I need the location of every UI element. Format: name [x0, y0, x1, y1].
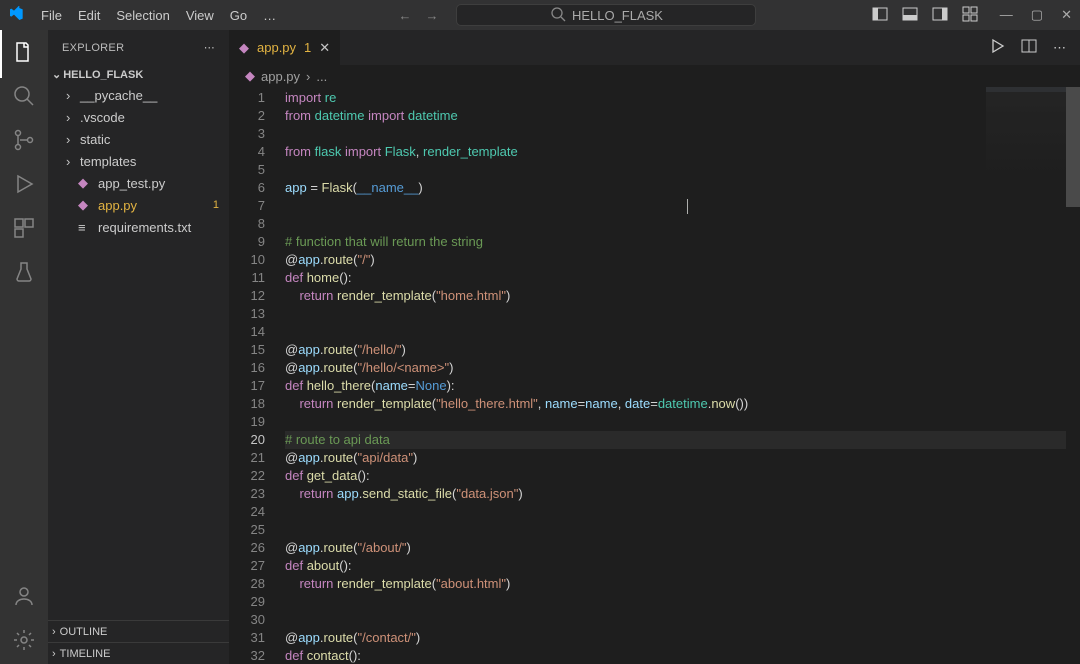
tree-item-requirements-txt[interactable]: ≡ requirements.txt: [54, 216, 229, 238]
tree-item-templates[interactable]: ›templates: [54, 150, 229, 172]
menu-file[interactable]: File: [34, 6, 69, 25]
sidebar-title-row: EXPLORER ⋯: [48, 30, 229, 65]
minimize-button[interactable]: —: [1000, 7, 1013, 23]
text-file-icon: ≡: [78, 220, 94, 235]
tree-label: templates: [80, 154, 136, 169]
menu-bar: FileEditSelectionViewGo…: [34, 6, 283, 25]
tree-label: static: [80, 132, 110, 147]
file-tree: ›__pycache__›.vscode›static›templates◆ap…: [48, 84, 229, 238]
close-button[interactable]: ✕: [1061, 7, 1072, 23]
tab-badge: 1: [304, 40, 311, 55]
project-name: HELLO_FLASK: [63, 69, 143, 81]
tree-label: __pycache__: [80, 88, 157, 103]
window-controls: — ▢ ✕: [1000, 7, 1072, 23]
text-cursor: [687, 199, 688, 214]
chevron-down-icon: ⌄: [52, 68, 61, 81]
split-editor-icon[interactable]: [1021, 38, 1037, 57]
outline-section[interactable]: › OUTLINE: [48, 620, 229, 642]
menu-selection[interactable]: Selection: [109, 6, 176, 25]
tree-item---pycache--[interactable]: ›__pycache__: [54, 84, 229, 106]
maximize-button[interactable]: ▢: [1031, 7, 1043, 23]
modified-badge: 1: [213, 199, 219, 211]
testing-icon[interactable]: [12, 260, 36, 284]
sidebar: EXPLORER ⋯ ⌄ HELLO_FLASK ›__pycache__›.v…: [48, 30, 229, 664]
chevron-right-icon: ›: [66, 154, 78, 169]
nav-arrows: ← →: [398, 8, 438, 23]
code-content[interactable]: import refrom datetime import datetimefr…: [285, 87, 1080, 664]
chevron-right-icon: ›: [52, 626, 56, 638]
chevron-right-icon: ›: [66, 110, 78, 125]
title-bar: FileEditSelectionViewGo… ← → HELLO_FLASK…: [0, 0, 1080, 30]
minimap[interactable]: [986, 87, 1066, 177]
accounts-icon[interactable]: [12, 584, 36, 608]
search-icon: [550, 6, 566, 25]
tab-app-py[interactable]: ◆ app.py 1 ✕: [229, 30, 341, 65]
layout-controls: [872, 6, 978, 25]
search-text: HELLO_FLASK: [572, 8, 663, 23]
menu-…[interactable]: …: [256, 6, 283, 25]
explorer-icon[interactable]: [12, 40, 36, 64]
toggle-secondary-sidebar-icon[interactable]: [932, 6, 948, 25]
breadcrumb[interactable]: ◆ app.py › ...: [229, 65, 1080, 87]
outline-label: OUTLINE: [60, 626, 108, 638]
scroll-thumb[interactable]: [1066, 87, 1080, 207]
search-activity-icon[interactable]: [12, 84, 36, 108]
tree-item-static[interactable]: ›static: [54, 128, 229, 150]
tree-label: app_test.py: [98, 176, 165, 191]
nav-forward-icon[interactable]: →: [425, 8, 438, 23]
python-file-icon: ◆: [245, 68, 255, 84]
vscode-logo-icon: [8, 6, 24, 25]
menu-edit[interactable]: Edit: [71, 6, 107, 25]
breadcrumb-file: app.py: [261, 69, 300, 84]
menu-go[interactable]: Go: [223, 6, 254, 25]
activity-bar: [0, 30, 48, 664]
tree-item-app-test-py[interactable]: ◆ app_test.py: [54, 172, 229, 194]
tree-label: app.py: [98, 198, 137, 213]
tree-item--vscode[interactable]: ›.vscode: [54, 106, 229, 128]
run-debug-icon[interactable]: [12, 172, 36, 196]
tab-actions: ⋯: [989, 30, 1080, 65]
settings-gear-icon[interactable]: [12, 628, 36, 652]
python-file-icon: ◆: [78, 175, 94, 191]
tree-item-app-py[interactable]: ◆ app.py 1: [54, 194, 229, 216]
breadcrumb-tail: ...: [316, 69, 327, 84]
python-file-icon: ◆: [78, 197, 94, 213]
toggle-primary-sidebar-icon[interactable]: [872, 6, 888, 25]
project-header[interactable]: ⌄ HELLO_FLASK: [48, 65, 229, 84]
nav-back-icon[interactable]: ←: [398, 8, 411, 23]
tab-bar: ◆ app.py 1 ✕ ⋯: [229, 30, 1080, 65]
chevron-right-icon: ›: [52, 648, 56, 660]
code-area[interactable]: 1234567891011121314151617181920212223242…: [229, 87, 1080, 664]
sidebar-more-icon[interactable]: ⋯: [204, 41, 215, 54]
tree-label: requirements.txt: [98, 220, 191, 235]
timeline-section[interactable]: › TIMELINE: [48, 642, 229, 664]
customize-layout-icon[interactable]: [962, 6, 978, 25]
vertical-scrollbar[interactable]: [1066, 87, 1080, 664]
tree-label: .vscode: [80, 110, 125, 125]
close-tab-icon[interactable]: ✕: [319, 40, 330, 56]
editor: ◆ app.py 1 ✕ ⋯ ◆ app.py › ... 1234567891…: [229, 30, 1080, 664]
sidebar-title: EXPLORER: [62, 42, 124, 54]
python-file-icon: ◆: [239, 40, 249, 56]
chevron-right-icon: ›: [66, 88, 78, 103]
toggle-panel-icon[interactable]: [902, 6, 918, 25]
extensions-icon[interactable]: [12, 216, 36, 240]
run-icon[interactable]: [989, 38, 1005, 57]
line-numbers: 1234567891011121314151617181920212223242…: [229, 87, 285, 664]
more-actions-icon[interactable]: ⋯: [1053, 40, 1066, 56]
command-center[interactable]: HELLO_FLASK: [456, 4, 756, 26]
breadcrumb-separator: ›: [306, 69, 310, 84]
timeline-label: TIMELINE: [60, 648, 111, 660]
source-control-icon[interactable]: [12, 128, 36, 152]
tab-label: app.py: [257, 40, 296, 55]
menu-view[interactable]: View: [179, 6, 221, 25]
chevron-right-icon: ›: [66, 132, 78, 147]
